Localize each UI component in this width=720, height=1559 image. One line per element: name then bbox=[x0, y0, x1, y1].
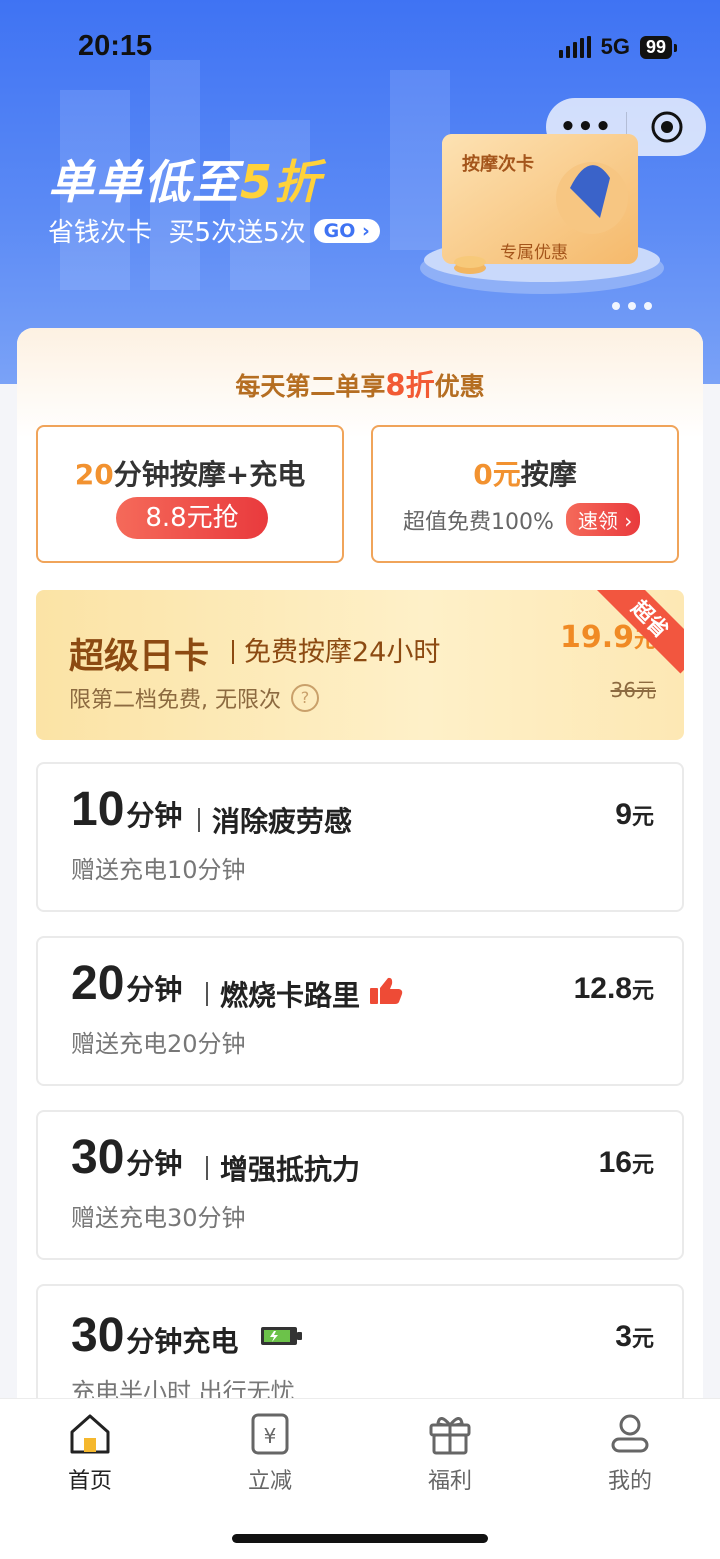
status-icons: 5G 99 bbox=[558, 34, 678, 60]
plan-duration: 30分钟充电 bbox=[71, 1304, 304, 1363]
hero-banner[interactable]: 20:15 5G 99 ••• 单单低至5折 省钱次卡 买5次送5次 GO › bbox=[0, 0, 720, 384]
plan-num: 10 bbox=[71, 783, 125, 836]
day-card-price-value: 19.9 bbox=[559, 620, 634, 655]
plan-card-20min[interactable]: 20分钟 燃烧卡路里 赠送充电20分钟 12.8元 bbox=[36, 936, 684, 1086]
offer-sub: 超值免费100% bbox=[403, 509, 554, 535]
carousel-dots bbox=[612, 302, 652, 310]
offer-title: 0元按摩 bbox=[373, 453, 677, 493]
plan-unit: 分钟 bbox=[126, 799, 183, 832]
main-panel: 每天第二单享8折优惠 20分钟按摩+充电 8.8元抢 0元按摩 超值免费100%… bbox=[17, 328, 703, 1428]
plan-price: 3元 bbox=[615, 1320, 654, 1354]
tab-label: 立减 bbox=[247, 1469, 292, 1494]
banner-title: 单单低至5折 bbox=[48, 146, 322, 212]
tab-label: 我的 bbox=[607, 1469, 652, 1494]
offer-card-massage-charge[interactable]: 20分钟按摩+充电 8.8元抢 bbox=[36, 425, 344, 563]
gift-icon bbox=[390, 1411, 510, 1461]
svg-text:¥: ¥ bbox=[264, 1424, 277, 1448]
offer-card-free-massage[interactable]: 0元按摩 超值免费100% 速领 › bbox=[371, 425, 679, 563]
plan-duration: 30分钟 bbox=[71, 1130, 182, 1185]
offer-title-text: 分钟按摩+充电 bbox=[113, 458, 306, 491]
plan-tagline: 消除疲劳感 bbox=[198, 800, 352, 840]
offer-title-text: 按摩 bbox=[520, 458, 577, 491]
plan-price-value: 3 bbox=[615, 1320, 632, 1353]
tab-home[interactable]: 首页 bbox=[30, 1411, 150, 1495]
plan-tag: 消除疲劳感 bbox=[212, 805, 353, 838]
day-card-sub-row: 限第二档免费, 无限次 ? bbox=[69, 682, 319, 714]
claim-label: 速领 bbox=[577, 509, 618, 533]
thumbs-up-icon bbox=[368, 976, 404, 1013]
super-day-card[interactable]: 超级日卡 免费按摩24小时 限第二档免费, 无限次 ? 19.9元 36元 超省 bbox=[36, 590, 684, 740]
plan-num: 30 bbox=[71, 1309, 125, 1362]
tab-label: 福利 bbox=[427, 1469, 472, 1494]
carousel-dot bbox=[628, 302, 636, 310]
plan-duration: 20分钟 bbox=[71, 956, 182, 1011]
day-card-desc: 免费按摩24小时 bbox=[232, 630, 440, 669]
plan-price: 16元 bbox=[599, 1146, 654, 1180]
plan-unit: 分钟 bbox=[126, 1147, 183, 1180]
offer-title: 20分钟按摩+充电 bbox=[38, 453, 342, 493]
plan-price: 9元 bbox=[615, 798, 654, 832]
promo-suffix: 优惠 bbox=[434, 372, 485, 401]
promo-line: 每天第二单享8折优惠 bbox=[17, 362, 703, 404]
battery-icon: 99 bbox=[639, 35, 678, 59]
card-title: 按摩次卡 bbox=[462, 154, 534, 175]
coupon-icon: ¥ bbox=[210, 1411, 330, 1461]
banner-subtitle-row: 省钱次卡 买5次送5次 GO › bbox=[48, 212, 380, 249]
tab-label: 首页 bbox=[67, 1469, 112, 1494]
plan-price-value: 9 bbox=[615, 798, 632, 831]
plan-price: 12.8元 bbox=[574, 972, 654, 1006]
carousel-dot bbox=[612, 302, 620, 310]
tab-mine[interactable]: 我的 bbox=[570, 1411, 690, 1495]
plan-price-unit: 元 bbox=[631, 805, 654, 830]
tab-discount[interactable]: ¥ 立减 bbox=[210, 1411, 330, 1495]
offer-highlight: 0元 bbox=[473, 458, 521, 491]
day-card-sub: 限第二档免费, 无限次 bbox=[69, 688, 281, 713]
plan-tag: 增强抵抗力 bbox=[220, 1153, 361, 1186]
plan-price-unit: 元 bbox=[631, 1327, 654, 1352]
tab-welfare[interactable]: 福利 bbox=[390, 1411, 510, 1495]
plan-sub: 赠送充电30分钟 bbox=[71, 1204, 246, 1232]
status-time: 20:15 bbox=[78, 30, 153, 62]
plan-unit: 分钟 bbox=[126, 973, 183, 1006]
day-card-old-price: 36元 bbox=[610, 678, 656, 702]
go-label: GO bbox=[323, 219, 356, 242]
plan-price-unit: 元 bbox=[631, 1153, 654, 1178]
home-icon bbox=[30, 1411, 150, 1461]
plan-duration: 10分钟 bbox=[71, 782, 182, 837]
plan-unit: 分钟充电 bbox=[126, 1325, 239, 1358]
plan-sub: 赠送充电20分钟 bbox=[71, 1030, 246, 1058]
plan-price-unit: 元 bbox=[631, 979, 654, 1004]
promo-highlight: 8折 bbox=[385, 368, 435, 402]
plan-num: 30 bbox=[71, 1131, 125, 1184]
card-badge: 专属优惠 bbox=[500, 243, 568, 263]
offer-highlight: 20 bbox=[74, 458, 114, 491]
battery-charge-icon bbox=[260, 1304, 304, 1359]
offer-sub-row: 超值免费100% 速领 › bbox=[403, 503, 641, 536]
banner-title-highlight: 5折 bbox=[240, 155, 323, 209]
plan-tagline: 增强抵抗力 bbox=[206, 1148, 360, 1188]
banner-subtitle: 省钱次卡 买5次送5次 bbox=[48, 218, 306, 248]
claim-button[interactable]: 速领 › bbox=[565, 503, 641, 536]
go-button[interactable]: GO › bbox=[313, 218, 380, 243]
user-icon bbox=[570, 1411, 690, 1461]
carousel-dot bbox=[644, 302, 652, 310]
plan-price-value: 16 bbox=[598, 1146, 632, 1179]
plan-num: 20 bbox=[71, 957, 125, 1010]
plan-card-30min[interactable]: 30分钟 增强抵抗力 赠送充电30分钟 16元 bbox=[36, 1110, 684, 1260]
network-label: 5G bbox=[600, 34, 630, 59]
day-card-name: 超级日卡 bbox=[69, 637, 210, 677]
home-indicator bbox=[232, 1534, 488, 1543]
banner-title-prefix: 单单低至 bbox=[48, 155, 240, 209]
plan-price-value: 12.8 bbox=[573, 972, 632, 1005]
help-icon[interactable]: ? bbox=[291, 684, 319, 712]
card-illustration: 按摩次卡 专属优惠 bbox=[420, 128, 670, 308]
grab-button[interactable]: 8.8元抢 bbox=[116, 497, 268, 539]
signal-icon bbox=[558, 36, 591, 58]
plan-sub: 赠送充电10分钟 bbox=[71, 856, 246, 884]
plan-card-10min[interactable]: 10分钟 消除疲劳感 赠送充电10分钟 9元 bbox=[36, 762, 684, 912]
plan-tagline: 燃烧卡路里 bbox=[206, 974, 404, 1014]
plan-tag: 燃烧卡路里 bbox=[220, 979, 361, 1012]
promo-prefix: 每天第二单享 bbox=[235, 372, 386, 401]
